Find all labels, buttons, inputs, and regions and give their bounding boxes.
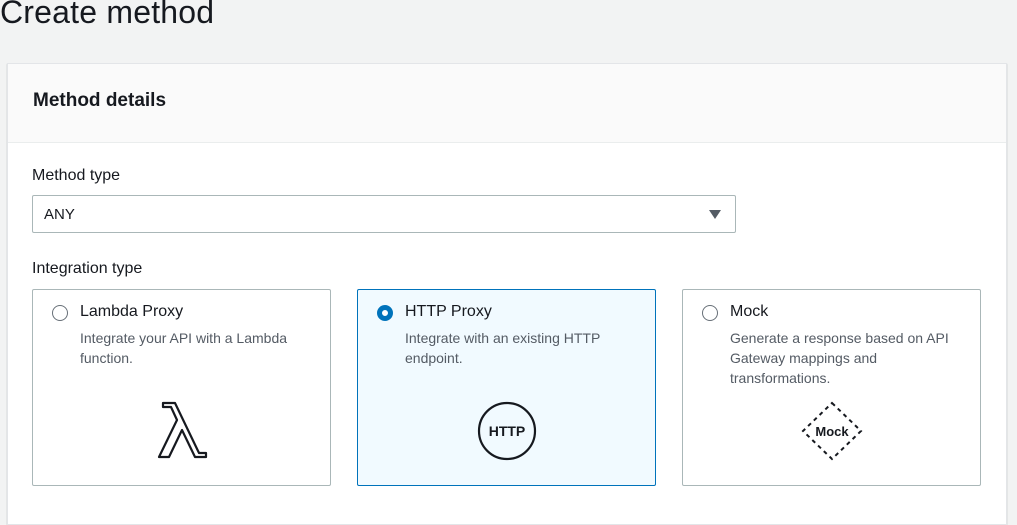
- http-icon-text: HTTP: [488, 423, 525, 439]
- method-type-label: Method type: [32, 167, 121, 184]
- integration-type-label: Integration type: [32, 260, 143, 277]
- mock-radio[interactable]: [702, 305, 718, 321]
- method-details-panel: Method details Method type ANY Integrati…: [7, 63, 1007, 525]
- page-title: Create method: [0, 0, 215, 30]
- integration-option-lambda-proxy[interactable]: Lambda Proxy Integrate your API with a L…: [32, 289, 331, 486]
- method-type-select[interactable]: ANY: [32, 195, 736, 233]
- tile-title: Mock: [730, 303, 769, 320]
- tile-description: Integrate your API with a Lambda functio…: [80, 330, 288, 366]
- integration-option-http-proxy[interactable]: HTTP Proxy Integrate with an existing HT…: [357, 289, 656, 486]
- caret-down-icon: [709, 210, 721, 219]
- panel-title: Method details: [33, 90, 167, 111]
- lambda-icon: [154, 400, 210, 465]
- mock-icon: Mock: [800, 400, 864, 467]
- lambda-proxy-radio[interactable]: [52, 305, 68, 321]
- method-type-value: ANY: [44, 206, 75, 223]
- panel-header: Method details: [8, 64, 1006, 143]
- tile-title: Lambda Proxy: [80, 303, 184, 320]
- integration-option-mock[interactable]: Mock Generate a response based on API Ga…: [682, 289, 981, 486]
- tile-description: Integrate with an existing HTTP endpoint…: [405, 330, 601, 366]
- http-icon: HTTP: [476, 400, 538, 467]
- http-proxy-radio[interactable]: [377, 305, 393, 321]
- tile-description: Generate a response based on API Gateway…: [730, 330, 949, 386]
- mock-icon-text: Mock: [815, 424, 849, 439]
- tile-title: HTTP Proxy: [405, 303, 492, 320]
